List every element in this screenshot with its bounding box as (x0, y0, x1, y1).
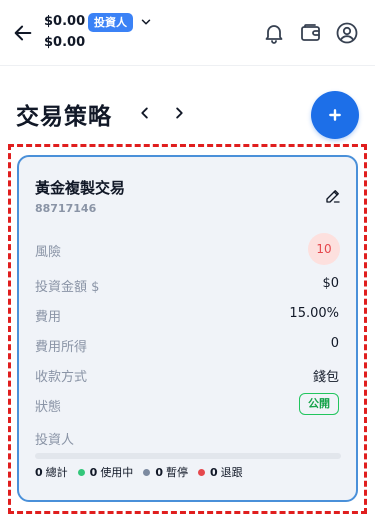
wallet-icon[interactable] (299, 21, 323, 45)
payment-method-label: 收款方式 (35, 370, 88, 385)
balance-primary: $0.00 (44, 14, 86, 29)
strategy-id: 88717146 (35, 202, 97, 215)
stat-unfollowed-label: 退跟 (220, 466, 243, 479)
investors-label: 投資人 (35, 433, 75, 448)
strategy-name: 黃金複製交易 (35, 179, 126, 197)
account-type-badge[interactable]: 投資人 (88, 13, 133, 32)
active-dot-icon (77, 468, 85, 476)
stat-active: 0 使用中 (77, 464, 134, 480)
balance-secondary: $0.00 (44, 35, 86, 50)
plus-icon (329, 109, 341, 121)
investment-label: 投資金額 $ (35, 280, 100, 295)
risk-label: 風險 (35, 245, 62, 260)
investment-value: $0 (322, 276, 339, 291)
chevron-left-icon[interactable] (134, 102, 156, 124)
stat-total: 0 總計 (35, 464, 68, 480)
payment-method-value: 錢包 (312, 370, 339, 385)
stat-active-count: 0 (89, 465, 98, 479)
risk-badge: 10 (308, 233, 340, 265)
stat-unfollowed: 0 退跟 (197, 464, 243, 480)
paused-dot-icon (143, 468, 151, 476)
stat-active-label: 使用中 (100, 466, 134, 479)
stat-total-label: 總計 (45, 466, 68, 479)
pencil-icon[interactable] (324, 187, 342, 205)
stat-paused-label: 暫停 (165, 466, 188, 479)
status-label: 狀態 (35, 400, 62, 415)
fee-value: 15.00% (289, 306, 339, 321)
fee-income-value: 0 (330, 336, 339, 351)
top-bar: $0.00 投資人 $0.00 (0, 0, 375, 66)
investor-stats: 0 總計 0 使用中 0 暫停 0 退跟 (35, 464, 253, 480)
user-circle-icon[interactable] (335, 21, 359, 45)
page-title: 交易策略 (16, 104, 112, 130)
stat-unfollowed-count: 0 (209, 465, 218, 479)
arrow-left-icon[interactable] (12, 22, 34, 44)
chevron-right-icon[interactable] (168, 102, 190, 124)
investors-progress-bar (35, 453, 341, 459)
stat-paused-count: 0 (155, 465, 163, 479)
fee-income-label: 費用所得 (35, 340, 88, 355)
status-badge: 公開 (299, 393, 339, 415)
chevron-down-icon[interactable] (139, 15, 153, 29)
fee-label: 費用 (35, 310, 62, 325)
strategy-card[interactable]: 黃金複製交易 88717146 風險 10 投資金額 $ $0 費用 15.00… (17, 155, 358, 502)
unfollowed-dot-icon (197, 468, 205, 476)
stat-paused: 0 暫停 (143, 464, 188, 480)
bell-icon[interactable] (262, 21, 286, 45)
stat-total-count: 0 (35, 465, 43, 479)
add-strategy-button[interactable] (311, 91, 359, 139)
